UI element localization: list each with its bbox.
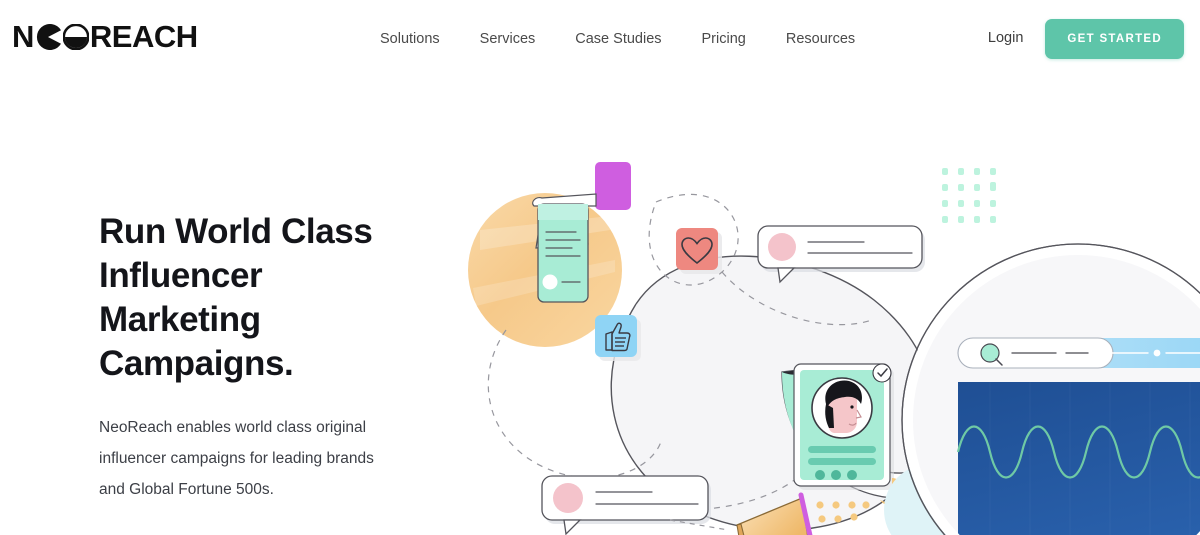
hero-content: Run World Class Influencer Marketing Cam… [99, 210, 499, 535]
profile-card [793, 363, 894, 490]
nav-item-pricing[interactable]: Pricing [702, 31, 746, 47]
nav-item-services[interactable]: Services [480, 31, 536, 47]
logo-word-reach: REACH [89, 19, 198, 54]
logo-letter-n: N [12, 19, 34, 54]
logo-circle-bar-icon [62, 23, 90, 51]
speech-bubble-top [757, 225, 925, 284]
hero-subtitle: NeoReach enables world class original in… [99, 419, 374, 498]
heart-card [676, 228, 722, 274]
hero-illustration [460, 120, 1200, 535]
site-header: N REACH Solutions Services Case Studies … [0, 0, 1200, 78]
logo-pacman-icon [35, 23, 61, 50]
dotted-grid [942, 168, 996, 223]
wave-panel [956, 382, 1200, 535]
thumbs-up-card [595, 315, 641, 361]
status-dot-grid [1193, 254, 1200, 257]
pie-chart [1087, 167, 1169, 249]
landing-page: N REACH Solutions Services Case Studies … [0, 0, 1200, 535]
hero-title: Run World Class Influencer Marketing Cam… [99, 212, 373, 383]
get-started-button[interactable]: GET STARTED [1045, 19, 1184, 59]
main-navigation: Solutions Services Case Studies Pricing … [380, 0, 855, 78]
search-bar[interactable] [957, 337, 1200, 369]
purple-rounded-rect [595, 162, 631, 210]
header-actions: Login GET STARTED [988, 0, 1184, 78]
nav-item-case-studies[interactable]: Case Studies [575, 31, 661, 47]
nav-item-resources[interactable]: Resources [786, 31, 855, 47]
illustration-canvas [468, 162, 1200, 535]
brand-logo[interactable]: N REACH [12, 20, 198, 54]
avatar-face [825, 380, 862, 433]
nav-item-solutions[interactable]: Solutions [380, 31, 440, 47]
login-link[interactable]: Login [988, 30, 1023, 48]
bar-chart [976, 254, 1058, 256]
mint-document-card [532, 193, 597, 303]
speech-bubble-bottom [541, 475, 711, 535]
